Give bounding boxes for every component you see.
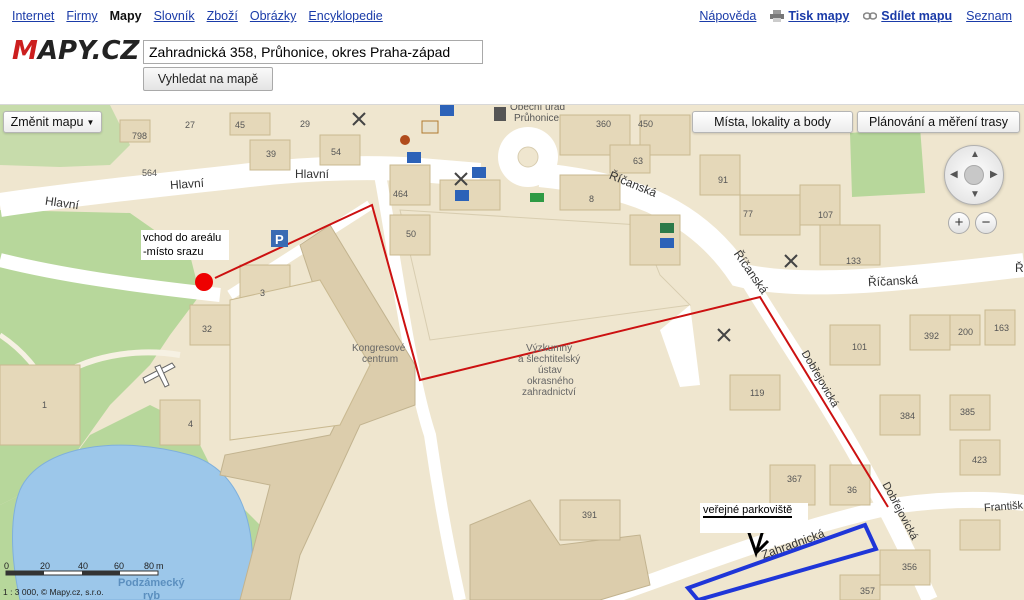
service-nav: Internet Firmy Mapy Slovník Zboží Obrázk…: [12, 9, 383, 23]
building: [389, 214, 431, 256]
building: [959, 519, 1001, 551]
building: [959, 439, 1001, 476]
car-icon: [530, 193, 544, 202]
restaurant-icon: [352, 112, 366, 126]
pan-left-icon[interactable]: ◀: [950, 170, 958, 180]
entrance-note-line1: vchod do areálu: [143, 232, 222, 244]
pan-center[interactable]: [964, 165, 984, 185]
map-canvas[interactable]: P Hlavní Hlavní Hlavní Říčanská Říčanská…: [0, 105, 1024, 600]
change-map-button[interactable]: Změnit mapu ▼: [3, 111, 102, 133]
building: [839, 574, 881, 600]
nav-firmy[interactable]: Firmy: [66, 9, 97, 23]
zoom-out-button[interactable]: −: [975, 212, 997, 234]
bus-icon: [407, 152, 421, 163]
building: [559, 174, 621, 211]
printer-icon: [770, 10, 785, 22]
building: [879, 394, 921, 436]
mail-icon: [660, 238, 674, 248]
building: [739, 194, 801, 236]
pan-up-icon[interactable]: ▲: [970, 150, 980, 160]
building: [819, 224, 881, 266]
seznam-link[interactable]: Seznam: [966, 9, 1012, 23]
parking-note: veřejné parkoviště: [700, 503, 808, 533]
print-group[interactable]: Tisk mapy: [770, 9, 849, 23]
town-hall-icon: [494, 107, 506, 121]
route-planning-button[interactable]: Plánování a měření trasy: [857, 111, 1020, 133]
building: [799, 184, 841, 226]
building: [949, 314, 981, 346]
building: [189, 304, 231, 346]
nav-slovnik[interactable]: Slovník: [154, 9, 195, 23]
share-group[interactable]: Sdílet mapu: [863, 9, 952, 23]
svg-text:P: P: [275, 232, 284, 247]
search-input[interactable]: [143, 40, 483, 64]
building: [119, 119, 151, 143]
nav-internet[interactable]: Internet: [12, 9, 54, 23]
building: [729, 374, 781, 411]
nav-mapy[interactable]: Mapy: [110, 9, 142, 23]
link-icon: [863, 12, 878, 20]
utility-nav: Nápověda Tisk mapy Sdílet mapu Seznam: [699, 9, 1012, 23]
search-button[interactable]: Vyhledat na mapě: [143, 67, 273, 91]
print-link[interactable]: Tisk mapy: [788, 9, 849, 23]
nav-obrazky[interactable]: Obrázky: [250, 9, 297, 23]
building: [769, 464, 816, 506]
building: [389, 164, 431, 206]
roundabout-island: [517, 146, 539, 168]
building: [949, 394, 991, 431]
zoom-in-button[interactable]: +: [948, 212, 970, 234]
building: [609, 144, 651, 174]
nav-zbozi[interactable]: Zboží: [207, 9, 238, 23]
building: [879, 549, 931, 586]
scale-bar: [5, 570, 159, 576]
copyright: 1 : 3 000, © Mapy.cz, s.r.o.: [3, 587, 104, 597]
building: [984, 309, 1016, 346]
pan-down-icon[interactable]: ▼: [970, 190, 980, 200]
nav-encyklopedie[interactable]: Encyklopedie: [308, 9, 382, 23]
building: [249, 139, 291, 171]
building: [319, 134, 361, 166]
building: [829, 464, 871, 506]
entrance-note: vchod do areálu -místo srazu: [141, 230, 229, 260]
restaurant-icon: [784, 254, 798, 268]
building: [699, 154, 741, 196]
bus-icon: [455, 190, 469, 201]
building: [229, 112, 271, 136]
dropdown-arrow-icon: ▼: [86, 117, 95, 127]
meeting-point: [195, 273, 213, 291]
pin-icon: [400, 135, 410, 145]
top-bar: Internet Firmy Mapy Slovník Zboží Obrázk…: [0, 0, 1024, 105]
help-link[interactable]: Nápověda: [699, 9, 756, 23]
building: [159, 399, 201, 446]
bus-icon: [440, 105, 454, 116]
building: [0, 364, 81, 446]
bus-icon: [472, 167, 486, 178]
places-button[interactable]: Místa, lokality a body: [692, 111, 853, 133]
park-area: [850, 127, 925, 197]
mail-icon: [660, 223, 674, 233]
pan-right-icon[interactable]: ▶: [990, 170, 998, 180]
book-icon: [421, 120, 439, 134]
pan-control[interactable]: ▲ ▼ ◀ ▶: [944, 145, 1004, 205]
mapy-logo[interactable]: MAPY.CZ: [12, 36, 139, 66]
building: [829, 324, 881, 366]
entrance-note-line2: -místo srazu: [143, 246, 204, 258]
pond: [12, 444, 253, 600]
map-layer: P: [0, 105, 1024, 600]
building: [439, 179, 501, 211]
share-link[interactable]: Sdílet mapu: [881, 9, 952, 23]
building: [909, 314, 951, 351]
restaurant-icon: [717, 328, 731, 342]
